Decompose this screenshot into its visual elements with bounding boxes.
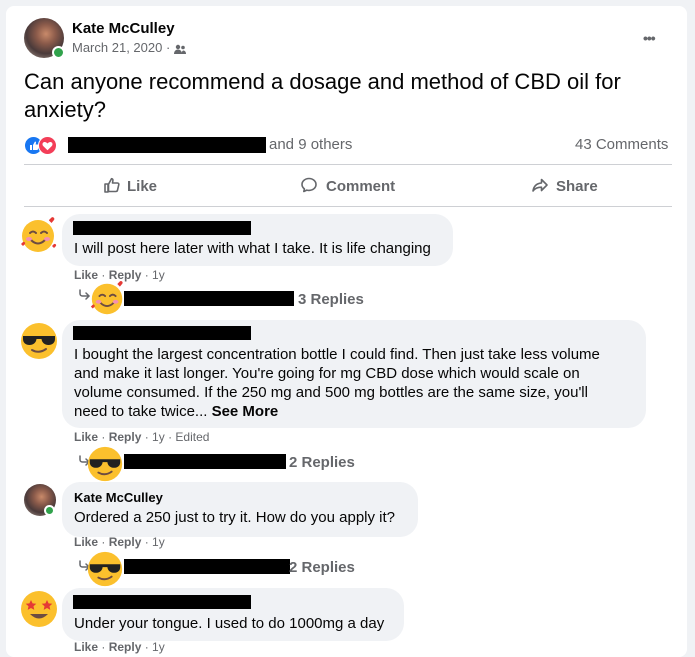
comment-like-link[interactable]: Like (74, 640, 98, 654)
comment-line-1: I bought the largest concentration bottl… (74, 346, 600, 363)
thumbs-up-outline-icon (104, 177, 120, 193)
comment-actions-3: Like · Reply · 1y (74, 535, 165, 549)
smiling-hearts-emoji-mini (88, 278, 128, 323)
post-date[interactable]: March 21, 2020 · (72, 40, 186, 55)
comment-time[interactable]: 1y (152, 535, 165, 549)
sunglasses-emoji-avatar[interactable] (18, 320, 60, 367)
comment-line-3: volume consumed. If the 250 mg and 500 m… (74, 384, 588, 401)
author-name[interactable]: Kate McCulley (72, 20, 175, 37)
redacted-replier-name (124, 559, 290, 574)
comment-time[interactable]: 1y (152, 268, 165, 282)
online-status-dot (52, 46, 65, 59)
comment-time[interactable]: 1y (152, 430, 165, 444)
comment-time[interactable]: 1y (152, 640, 165, 654)
comment-reply-link[interactable]: Reply (109, 640, 142, 654)
comment-reply-link[interactable]: Reply (109, 430, 142, 444)
view-replies-link-3[interactable]: 2 Replies (289, 559, 355, 576)
comment-text: I will post here later with what I take.… (74, 240, 431, 257)
comment-line-2: and make it last longer. You're going fo… (74, 365, 580, 382)
comment-text: Ordered a 250 just to try it. How do you… (74, 509, 395, 526)
comment-bubble-4: Under your tongue. I used to do 1000mg a… (62, 588, 404, 641)
love-reaction-icon[interactable] (38, 136, 57, 155)
comment-author[interactable]: Kate McCulley (74, 490, 163, 505)
divider-top (24, 164, 672, 165)
comment-like-link[interactable]: Like (74, 535, 98, 549)
share-arrow-icon (532, 178, 548, 192)
divider-bottom (24, 206, 672, 207)
online-status-dot (44, 505, 55, 516)
comment-reply-link[interactable]: Reply (109, 535, 142, 549)
post-card: Kate McCulley March 21, 2020 · ••• Can a… (6, 6, 687, 657)
comment-button[interactable]: Comment (300, 176, 395, 195)
friends-audience-icon (173, 44, 186, 54)
see-more-link[interactable]: See More (212, 403, 279, 420)
sunglasses-face-icon (21, 323, 57, 359)
comment-actions-2: Like · Reply · 1y · Edited (74, 430, 210, 444)
post-date-text[interactable]: March 21, 2020 (72, 40, 162, 55)
comment-button-label: Comment (326, 178, 396, 195)
comment-icon (301, 177, 317, 193)
redacted-commenter-name (73, 221, 251, 235)
reactions-others[interactable]: and 9 others (269, 136, 352, 153)
like-button[interactable]: Like (103, 176, 157, 195)
smiling-hearts-emoji-avatar[interactable] (18, 214, 60, 261)
comment-bubble-3: Kate McCulley Ordered a 250 just to try … (62, 482, 418, 537)
comment-line-4-text: need to take twice... (74, 403, 212, 420)
share-button-label: Share (556, 178, 598, 195)
post-title: Can anyone recommend a dosage and method… (24, 69, 621, 122)
view-replies-link-1[interactable]: 3 Replies (298, 291, 364, 308)
comment-bubble-1: I will post here later with what I take.… (62, 214, 453, 266)
like-button-label: Like (127, 178, 158, 195)
more-options-icon[interactable]: ••• (643, 30, 656, 46)
redacted-replier-name (124, 291, 294, 306)
comment-bubble-2: I bought the largest concentration bottl… (62, 320, 646, 428)
comment-actions-4: Like · Reply · 1y (74, 640, 165, 654)
star-struck-face-icon (21, 591, 57, 627)
star-struck-emoji-avatar[interactable] (18, 588, 60, 635)
redacted-commenter-name (73, 326, 251, 340)
heart-icon (42, 142, 53, 151)
comment-text: I bought the largest concentration bottl… (74, 345, 644, 421)
comment-line-4: need to take twice... See More (74, 402, 644, 421)
comment-count[interactable]: 43 Comments (575, 136, 668, 153)
smiling-face-hearts-icon (21, 217, 57, 252)
comment-like-link[interactable]: Like (74, 430, 98, 444)
audience-sep: · (165, 40, 174, 55)
redacted-commenter-name (73, 595, 251, 609)
view-replies-link-2[interactable]: 2 Replies (289, 454, 355, 471)
share-button[interactable]: Share (531, 176, 598, 195)
redacted-replier-name (124, 454, 286, 469)
comment-text: Under your tongue. I used to do 1000mg a… (74, 615, 385, 632)
edited-label: Edited (175, 430, 210, 444)
redacted-names (68, 137, 266, 153)
